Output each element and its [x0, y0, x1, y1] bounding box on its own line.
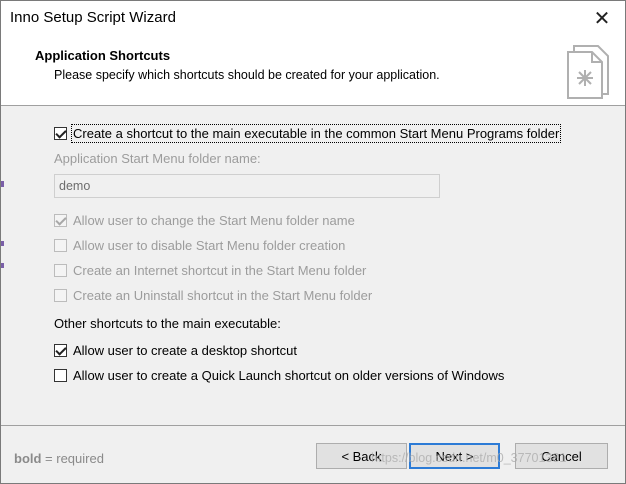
- close-button[interactable]: ✕: [579, 1, 625, 35]
- title-bar: Inno Setup Script Wizard ✕: [1, 1, 625, 35]
- allow-disable-folder-label: Allow user to disable Start Menu folder …: [73, 238, 346, 253]
- page-subtitle: Please specify which shortcuts should be…: [54, 68, 440, 82]
- allow-change-folder-option[interactable]: Allow user to change the Start Menu fold…: [54, 213, 355, 228]
- quick-launch-checkbox[interactable]: [54, 369, 67, 382]
- allow-disable-folder-option[interactable]: Allow user to disable Start Menu folder …: [54, 238, 345, 253]
- uninstall-shortcut-label: Create an Uninstall shortcut in the Star…: [73, 288, 373, 303]
- internet-shortcut-option[interactable]: Create an Internet shortcut in the Start…: [54, 263, 366, 278]
- allow-change-folder-label: Allow user to change the Start Menu fold…: [73, 213, 355, 228]
- wizard-window: Inno Setup Script Wizard ✕ Application S…: [0, 0, 626, 484]
- folder-name-label: Application Start Menu folder name:: [54, 151, 261, 166]
- shortcut-document-icon: [567, 45, 609, 99]
- folder-name-input[interactable]: [54, 174, 440, 198]
- uninstall-shortcut-option[interactable]: Create an Uninstall shortcut in the Star…: [54, 288, 372, 303]
- window-title: Inno Setup Script Wizard: [10, 9, 176, 26]
- close-icon: ✕: [593, 7, 611, 30]
- uninstall-shortcut-checkbox[interactable]: [54, 289, 67, 302]
- desktop-shortcut-label: Allow user to create a desktop shortcut: [73, 343, 298, 358]
- cancel-button[interactable]: Cancel: [515, 443, 608, 469]
- allow-change-folder-checkbox[interactable]: [54, 214, 67, 227]
- create-start-menu-checkbox[interactable]: [54, 127, 67, 140]
- next-button[interactable]: Next >: [409, 443, 500, 469]
- internet-shortcut-label: Create an Internet shortcut in the Start…: [73, 263, 367, 278]
- quick-launch-label: Allow user to create a Quick Launch shor…: [73, 368, 505, 383]
- desktop-shortcut-checkbox[interactable]: [54, 344, 67, 357]
- other-shortcuts-heading: Other shortcuts to the main executable:: [54, 316, 281, 331]
- required-legend-text: = required: [41, 451, 104, 466]
- required-legend: bold = required: [14, 451, 104, 466]
- create-start-menu-option[interactable]: Create a shortcut to the main executable…: [54, 124, 562, 143]
- internet-shortcut-checkbox[interactable]: [54, 264, 67, 277]
- allow-disable-folder-checkbox[interactable]: [54, 239, 67, 252]
- wizard-header: Application Shortcuts Please specify whi…: [1, 35, 625, 106]
- quick-launch-option[interactable]: Allow user to create a Quick Launch shor…: [54, 368, 504, 383]
- wizard-body: Create a shortcut to the main executable…: [1, 106, 625, 424]
- create-start-menu-label: Create a shortcut to the main executable…: [70, 124, 562, 143]
- back-button[interactable]: < Back: [316, 443, 407, 469]
- footer-divider: [1, 425, 625, 426]
- page-title: Application Shortcuts: [35, 48, 171, 63]
- required-legend-bold: bold: [14, 451, 42, 466]
- desktop-shortcut-option[interactable]: Allow user to create a desktop shortcut: [54, 343, 297, 358]
